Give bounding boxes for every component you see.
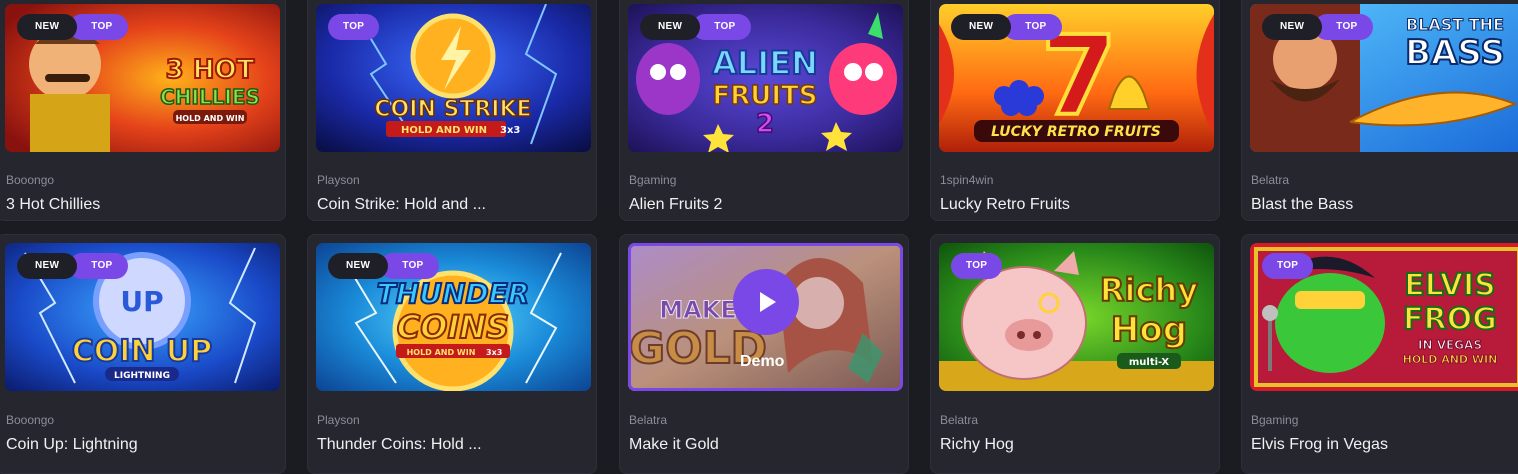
art-text: HOLD AND WIN [407,348,476,357]
demo-label[interactable]: Demo [740,353,784,371]
game-thumbnail[interactable]: COIN STRIKE HOLD AND WIN 3x3 TOP [316,4,591,152]
game-title[interactable]: Coin Up: Lightning [6,436,138,454]
art-text: THUNDER [377,277,530,310]
game-title[interactable]: Thunder Coins: Hold ... [317,436,482,454]
game-title[interactable]: Blast the Bass [1251,196,1353,214]
art-text: 2 [756,109,774,139]
top-badge: TOP [692,14,751,40]
art-text: multi-X [1129,357,1170,368]
art-text: BASS [1405,33,1505,73]
game-thumbnail[interactable]: UP COIN UP LIGHTNING NEW TOP [5,243,280,391]
game-card-elvis-frog-in-vegas[interactable]: ELVIS FROG IN VEGAS HOLD AND WIN TOP Bga… [1241,234,1518,474]
game-title[interactable]: Lucky Retro Fruits [940,196,1070,214]
game-thumbnail[interactable]: BLAST THE BASS NEW TOP [1250,4,1518,152]
badge-group: TOP [328,14,380,40]
art-text: UP [120,285,163,318]
game-provider: Belatra [1251,173,1290,187]
game-provider: Playson [317,413,360,427]
badge-group: TOP [1262,253,1314,279]
top-badge: TOP [69,14,128,40]
game-thumbnail[interactable]: Richy Hog multi-X TOP [939,243,1214,391]
play-button[interactable] [733,269,799,335]
game-provider: Playson [317,173,360,187]
art-text: IN VEGAS [1418,338,1482,352]
top-badge: TOP [328,14,380,40]
badge-group: NEW TOP [1262,14,1373,40]
game-card-lucky-retro-fruits[interactable]: 7 LUCKY RETRO FRUITS NEW TOP 1spin4win L… [930,0,1220,221]
game-thumbnail[interactable]: ALIEN FRUITS 2 NEW TOP [628,4,903,152]
art-text: LUCKY RETRO FRUITS [991,124,1161,140]
art-text: HOLD AND WIN [1403,353,1498,366]
art-text: COINS [397,308,509,346]
new-badge: NEW [640,14,701,40]
top-badge: TOP [380,253,439,279]
badge-group: NEW TOP [17,14,128,40]
game-provider: Booongo [6,173,55,187]
art-text: FRUITS [712,81,817,111]
badge-group: NEW TOP [640,14,751,40]
game-card-coin-strike[interactable]: COIN STRIKE HOLD AND WIN 3x3 TOP Playson… [307,0,597,221]
new-badge: NEW [1262,14,1323,40]
badge-group: TOP [951,253,1003,279]
badge-group: NEW TOP [328,253,439,279]
game-title[interactable]: Coin Strike: Hold and ... [317,196,486,214]
game-card-coin-up-lightning[interactable]: UP COIN UP LIGHTNING NEW TOP Booongo Coi… [0,234,286,474]
game-card-alien-fruits-2[interactable]: ALIEN FRUITS 2 NEW TOP Bgaming Alien Fru… [619,0,909,221]
game-provider: Belatra [629,413,668,427]
art-text: COIN UP [72,334,213,369]
art-text: HOLD AND WIN [176,114,245,123]
games-grid: 3 HOT CHILLIES HOLD AND WIN NEW TOP Booo… [0,0,1518,474]
top-badge: TOP [1003,14,1062,40]
game-title[interactable]: Make it Gold [629,436,719,454]
game-title[interactable]: Richy Hog [940,436,1014,454]
art-text: 3x3 [500,125,520,136]
badge-group: NEW TOP [951,14,1062,40]
art-text: ELVIS [1404,268,1495,303]
art-text: COIN STRIKE [374,97,531,122]
art-text: 3x3 [486,348,502,357]
top-badge: TOP [1262,253,1314,279]
game-card-blast-the-bass[interactable]: BLAST THE BASS NEW TOP Belatra Blast the… [1241,0,1518,221]
badge-group: NEW TOP [17,253,128,279]
art-text: ALIEN [712,44,818,82]
game-card-make-it-gold[interactable]: MAKE GOLD Demo Belatra Make it Gold [619,234,909,474]
new-badge: NEW [17,14,78,40]
top-badge: TOP [1314,14,1373,40]
top-badge: TOP [69,253,128,279]
game-thumbnail[interactable]: 7 LUCKY RETRO FRUITS NEW TOP [939,4,1214,152]
game-thumbnail[interactable]: MAKE GOLD Demo [628,243,903,391]
game-thumbnail[interactable]: ELVIS FROG IN VEGAS HOLD AND WIN TOP [1250,243,1518,391]
new-badge: NEW [951,14,1012,40]
game-provider: Booongo [6,413,55,427]
new-badge: NEW [328,253,389,279]
game-title[interactable]: Alien Fruits 2 [629,196,722,214]
game-thumbnail[interactable]: THUNDER COINS HOLD AND WIN 3x3 NEW TOP [316,243,591,391]
game-provider: Belatra [940,413,979,427]
art-text: HOLD AND WIN [401,125,487,136]
art-text: 3 HOT [166,55,255,85]
game-provider: Bgaming [629,173,677,187]
art-text: CHILLIES [160,85,260,109]
art-text: Richy [1100,271,1198,309]
art-text: FROG [1403,302,1497,337]
game-card-richy-hog[interactable]: Richy Hog multi-X TOP Belatra Richy Hog [930,234,1220,474]
art-text: Hog [1111,310,1187,350]
play-icon [760,292,776,312]
game-card-thunder-coins[interactable]: THUNDER COINS HOLD AND WIN 3x3 NEW TOP P… [307,234,597,474]
top-badge: TOP [951,253,1003,279]
game-provider: Bgaming [1251,413,1299,427]
game-thumbnail[interactable]: 3 HOT CHILLIES HOLD AND WIN NEW TOP [5,4,280,152]
game-provider: 1spin4win [940,173,994,187]
art-text: BLAST THE [1406,15,1504,34]
game-title[interactable]: 3 Hot Chillies [6,196,100,214]
new-badge: NEW [17,253,78,279]
game-card-3-hot-chillies[interactable]: 3 HOT CHILLIES HOLD AND WIN NEW TOP Booo… [0,0,286,221]
game-title[interactable]: Elvis Frog in Vegas [1251,436,1388,454]
art-text: LIGHTNING [114,371,170,381]
